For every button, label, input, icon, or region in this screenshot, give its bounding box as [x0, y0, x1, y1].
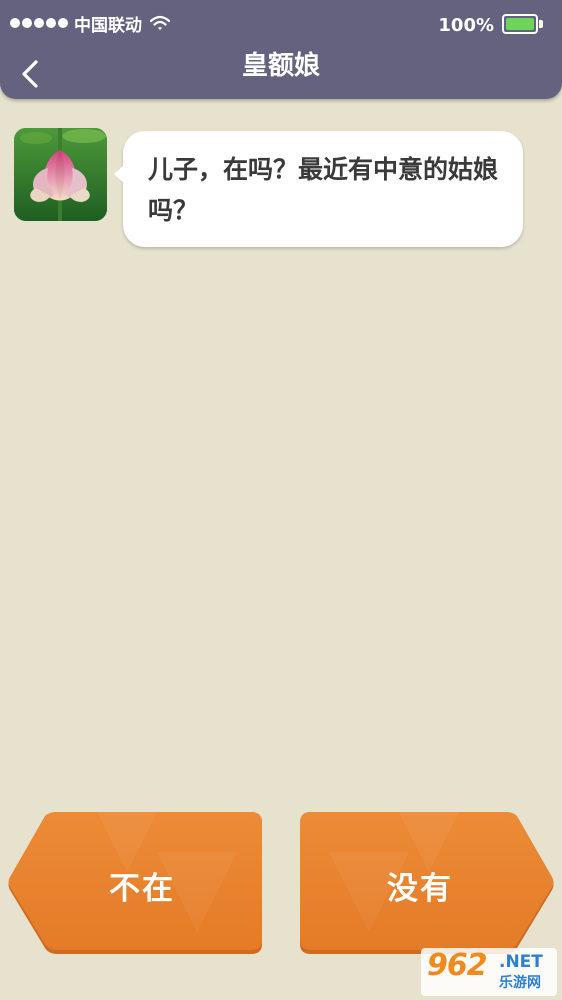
watermark-logo: 962 .NET 乐游网: [421, 948, 557, 996]
reply-button-not-here[interactable]: 不在: [7, 812, 263, 958]
reply-label-not-here: 不在: [109, 870, 175, 907]
status-bar-right: 100%: [438, 12, 544, 38]
wifi-icon: [150, 15, 170, 30]
reply-button-no[interactable]: 没有: [299, 812, 555, 958]
battery-icon: [502, 14, 544, 36]
watermark-suffix: .NET: [499, 952, 543, 972]
signal-strength-icon: [10, 18, 68, 28]
status-bar-left: 中国联动: [10, 10, 170, 36]
top-bar: 中国联动 100% 皇额娘: [0, 0, 562, 99]
page-title: 皇额娘: [241, 51, 320, 81]
message-text: 儿子，在吗？最近有中意的姑娘吗？: [148, 155, 499, 225]
carrier-name: 中国联动: [74, 15, 142, 36]
watermark-number: 962: [427, 948, 488, 983]
reply-label-no: 没有: [387, 870, 453, 907]
message-bubble: 儿子，在吗？最近有中意的姑娘吗？: [114, 131, 523, 247]
lotus-flower-avatar: [14, 128, 107, 221]
watermark-subtitle: 乐游网: [499, 975, 541, 991]
avatar[interactable]: [14, 128, 107, 221]
battery-percent: 100%: [438, 14, 494, 36]
